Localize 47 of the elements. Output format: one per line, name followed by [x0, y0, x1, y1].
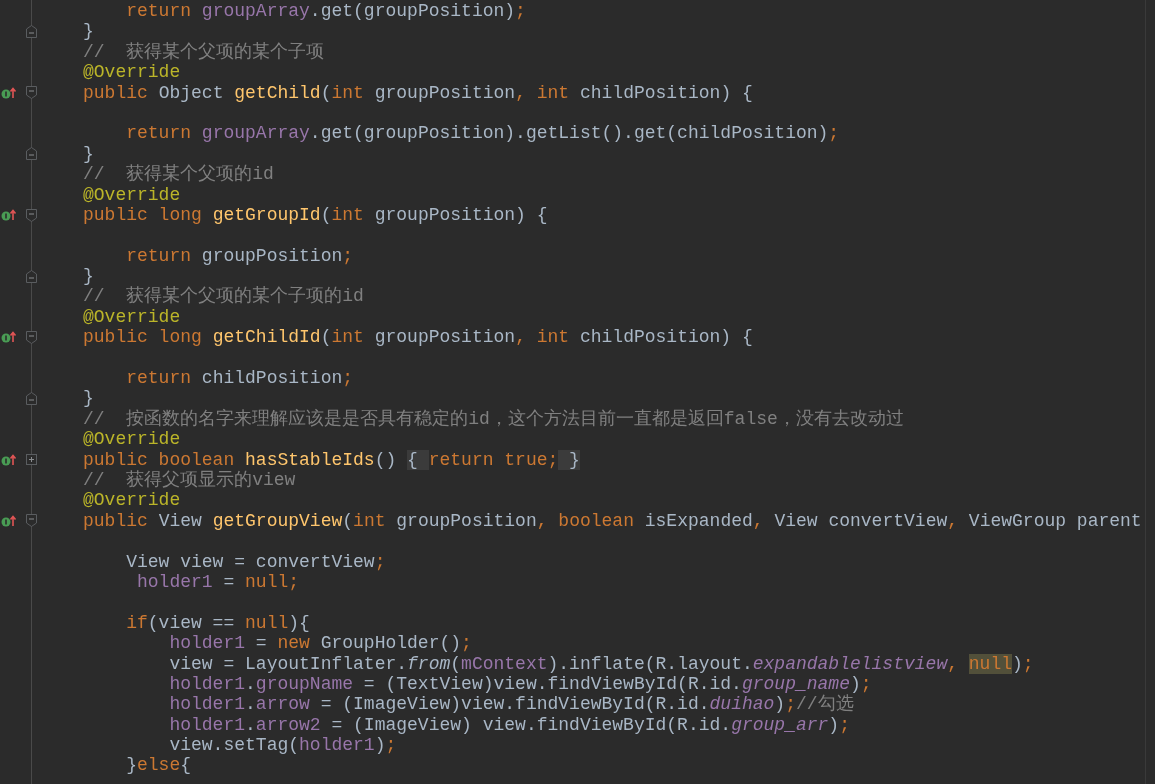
code-line: // 按函数的名字来理解应该是是否具有稳定的id，这个方法目前一直都是返回false，没有去改动过: [83, 408, 904, 430]
fold-minus-icon[interactable]: [25, 392, 37, 406]
code-line: }: [83, 388, 94, 409]
code-line: public boolean hasStableIds() { return true; }: [83, 449, 580, 470]
code-line: view = LayoutInflater.from(mContext).inflate(R.layout.expandablelistview, null);: [168, 653, 1034, 674]
code-line: }: [83, 266, 94, 287]
fold-minus-icon[interactable]: [25, 269, 37, 283]
circle-arrow-icon[interactable]: [1, 331, 17, 344]
circle-arrow-icon[interactable]: [1, 453, 17, 466]
code-line: return groupArray.get(groupPosition).getList().get(childPosition);: [125, 123, 840, 144]
fold-plus-icon[interactable]: [25, 454, 37, 466]
code-line: }: [83, 143, 94, 165]
code-line: // 获得某个父项的id: [83, 164, 274, 185]
code-line: @Override: [83, 184, 181, 205]
code-line: return childPosition;: [125, 368, 354, 389]
code-line: // 获得某个父项的某个子项的id: [83, 286, 364, 307]
code-line: public long getChildId(int groupPosition, int childPosition) {: [83, 327, 753, 348]
code-line: }else{: [125, 755, 192, 776]
circle-arrow-icon[interactable]: [1, 209, 17, 222]
code-line: holder1.arrow2 = (ImageView) view.findViewById(R.id.group_arr);: [168, 714, 850, 736]
code-line: if(view == null){: [125, 612, 310, 634]
fold-minus-icon[interactable]: [25, 208, 37, 222]
code-line: holder1.groupName = (TextView)view.findViewById(R.id.group_name);: [168, 673, 872, 694]
fold-minus-icon[interactable]: [25, 147, 37, 161]
circle-arrow-icon[interactable]: [1, 514, 17, 527]
fold-minus-icon[interactable]: [25, 514, 37, 528]
code-line: public Object getChild(int groupPosition, int childPosition) {: [83, 82, 753, 103]
code-line: }: [83, 21, 94, 42]
fold-minus-icon[interactable]: [25, 25, 37, 39]
fold-minus-icon[interactable]: [25, 330, 37, 344]
circle-arrow-icon[interactable]: [1, 86, 17, 99]
code-line: @Override: [83, 62, 181, 83]
code-line: holder1 = new GroupHolder();: [168, 633, 472, 654]
code-line: return groupPosition;: [125, 245, 354, 267]
code-line: // 获得某个父项的某个子项: [83, 41, 325, 63]
code-line: view.setTag(holder1);: [168, 735, 397, 756]
code-line: @Override: [83, 306, 181, 328]
fold-minus-icon[interactable]: [25, 86, 37, 100]
code-line: holder1 = null;: [136, 571, 300, 593]
code-line: public View getGroupView(int groupPosition, boolean isExpanded, View convertView, ViewGroup parent: [83, 510, 1142, 532]
code-line: View view = convertView;: [125, 551, 386, 572]
code-line: public long getGroupId(int groupPosition) {: [83, 204, 548, 226]
code-line: return groupArray.get(groupPosition);: [125, 1, 526, 22]
code-line: // 获得父项显示的view: [83, 470, 296, 491]
code-line: @Override: [83, 429, 181, 450]
code-line: @Override: [83, 490, 181, 511]
code-line: holder1.arrow = (ImageView)view.findViewById(R.id.duihao);//勾选: [168, 694, 854, 715]
